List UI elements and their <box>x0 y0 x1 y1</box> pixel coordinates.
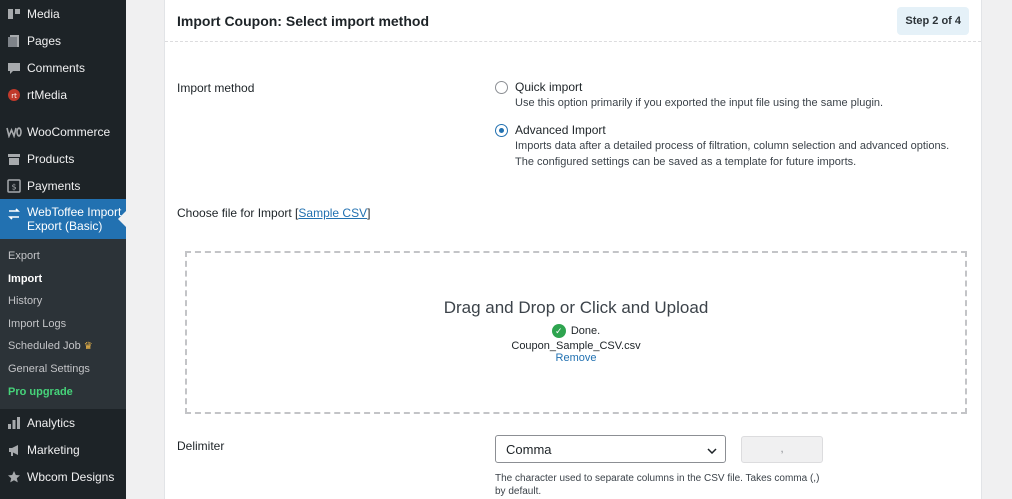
payments-icon: $ <box>6 178 22 194</box>
check-circle-icon: ✓ <box>551 324 566 338</box>
uploaded-filename: Coupon_Sample_CSV.csv <box>511 340 641 352</box>
option-description: Use this option primarily if you exporte… <box>515 97 884 109</box>
remove-file-link[interactable]: Remove <box>187 352 965 364</box>
page-title: Import Coupon: Select import method <box>177 12 429 29</box>
import-panel: Import Coupon: Select import method Step… <box>164 0 982 499</box>
menu-label: Analytics <box>27 415 76 430</box>
submenu: Export Import History Import Logs Schedu… <box>0 239 126 410</box>
products-icon <box>6 151 22 167</box>
option-title: Advanced Import <box>515 123 606 137</box>
menu-label: WebToffee Import Export (Basic) <box>27 205 122 233</box>
submenu-item-import[interactable]: Import <box>0 268 126 291</box>
analytics-icon <box>6 415 22 431</box>
star-icon <box>6 469 22 485</box>
submenu-item-import-logs[interactable]: Import Logs <box>0 313 126 336</box>
admin-sidebar: Media Pages Comments rt rtMedia WooComme… <box>0 0 126 499</box>
option-description: Imports data after a detailed process of… <box>515 140 950 152</box>
submenu-item-pro-upgrade[interactable]: Pro upgrade <box>0 381 126 404</box>
option-description-2: The configured settings can be saved as … <box>515 156 857 168</box>
delimiter-select[interactable]: Comma <box>495 435 726 463</box>
menu-item-comments[interactable]: Comments <box>0 54 126 81</box>
menu-item-wbcom-designs[interactable]: Wbcom Designs <box>0 463 126 490</box>
menu-item-webtoffee-import-export[interactable]: WebToffee Import Export (Basic) <box>0 199 126 239</box>
menu-item-products[interactable]: Products <box>0 145 126 172</box>
menu-label: Products <box>27 151 75 166</box>
menu-item-pages[interactable]: Pages <box>0 27 126 54</box>
crown-icon: ♛ <box>83 341 93 353</box>
menu-item-rtmedia[interactable]: rt rtMedia <box>0 81 126 108</box>
menu-label: WooCommerce <box>27 124 111 139</box>
menu-label: Pages <box>27 33 62 48</box>
delimiter-label: Delimiter <box>177 439 225 453</box>
submenu-item-general-settings[interactable]: General Settings <box>0 358 126 381</box>
choose-file-label: Choose file for Import [Sample CSV] <box>177 206 371 220</box>
step-badge: Step 2 of 4 <box>897 6 969 35</box>
quick-import-radio[interactable] <box>495 81 508 94</box>
delimiter-char-field: , <box>741 436 823 463</box>
panel-header: Import Coupon: Select import method Step… <box>165 0 981 42</box>
menu-item-payments[interactable]: $ Payments <box>0 172 126 199</box>
delimiter-selected-value: Comma <box>506 441 552 457</box>
menu-label: Media <box>27 6 60 21</box>
sample-csv-link[interactable]: Sample CSV <box>298 206 367 220</box>
submenu-item-export[interactable]: Export <box>0 245 126 268</box>
svg-text:$: $ <box>11 182 16 191</box>
menu-label: Marketing <box>27 442 80 457</box>
option-title: Quick import <box>515 80 583 94</box>
option-quick-import[interactable]: Quick import Use this option primarily i… <box>495 80 883 111</box>
menu-label: rtMedia <box>27 87 68 102</box>
delimiter-help-text: The character used to separate columns i… <box>495 473 820 497</box>
menu-item-media[interactable]: Media <box>0 0 126 27</box>
upload-status: ✓ Done. <box>187 324 965 338</box>
media-icon <box>6 6 22 22</box>
submenu-label: Scheduled Job <box>8 340 81 353</box>
pages-icon <box>6 33 22 49</box>
megaphone-icon <box>6 442 22 458</box>
submenu-item-history[interactable]: History <box>0 290 126 313</box>
menu-label: Wbcom Designs <box>27 469 115 484</box>
upload-status-text: Done. <box>570 325 601 337</box>
import-method-label: Import method <box>177 81 255 95</box>
option-advanced-import[interactable]: Advanced Import Imports data after a det… <box>495 123 949 170</box>
advanced-import-radio[interactable] <box>495 124 508 137</box>
menu-item-marketing[interactable]: Marketing <box>0 436 126 463</box>
dropzone-title: Drag and Drop or Click and Upload <box>443 298 709 317</box>
svg-text:rt: rt <box>11 92 17 100</box>
comments-icon <box>6 60 22 76</box>
woocommerce-icon <box>6 124 22 140</box>
import-export-icon <box>6 206 22 222</box>
menu-item-woocommerce[interactable]: WooCommerce <box>0 118 126 145</box>
menu-label: Comments <box>27 60 86 75</box>
rtmedia-icon: rt <box>6 87 22 103</box>
file-dropzone[interactable]: Drag and Drop or Click and Upload ✓ Done… <box>185 251 967 414</box>
menu-label: Payments <box>27 178 81 193</box>
chevron-down-icon <box>707 442 717 457</box>
submenu-item-scheduled-job[interactable]: Scheduled Job ♛ <box>0 335 126 358</box>
choose-file-text: Choose file for Import <box>177 206 292 220</box>
menu-item-analytics[interactable]: Analytics <box>0 409 126 436</box>
